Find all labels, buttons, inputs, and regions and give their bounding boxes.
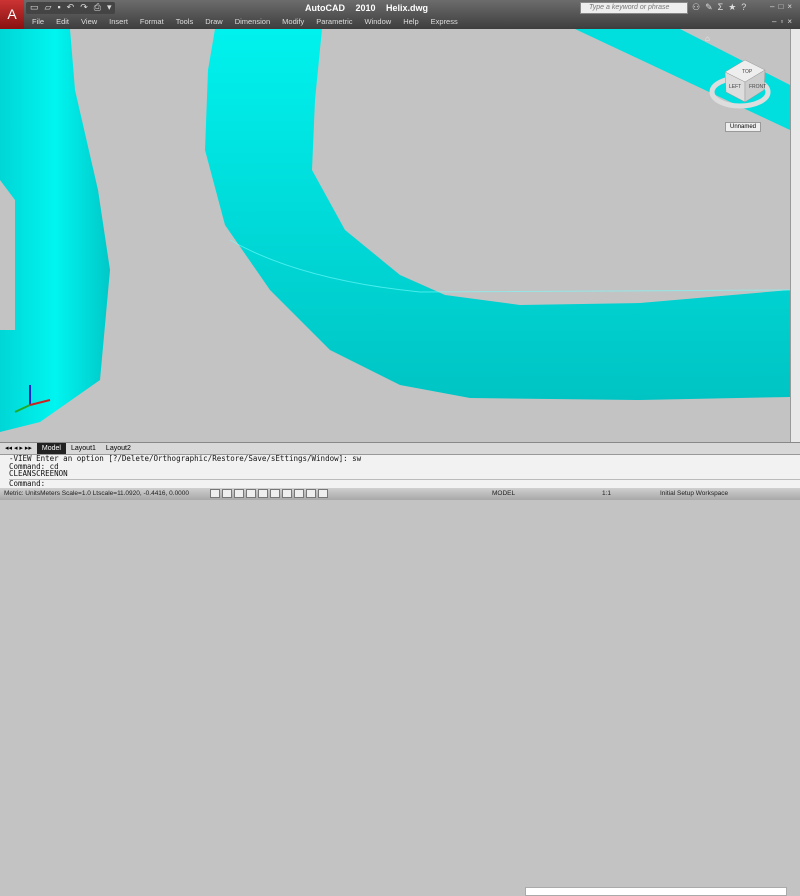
- vertical-scrollbar[interactable]: [790, 29, 800, 442]
- favorites-icon[interactable]: ★: [728, 2, 736, 13]
- command-history-line: CLEANSCREENON: [9, 469, 68, 478]
- menu-tools[interactable]: Tools: [170, 17, 200, 26]
- menu-modify[interactable]: Modify: [276, 17, 310, 26]
- ducs-icon[interactable]: [282, 488, 292, 498]
- ucs-dropdown[interactable]: Unnamed: [725, 122, 762, 132]
- ortho-icon[interactable]: [234, 488, 244, 498]
- infocenter-tools: ⚇ ✎ Σ ★?: [692, 2, 746, 13]
- model-button[interactable]: MODEL: [492, 488, 515, 500]
- tab-layout1[interactable]: Layout1: [66, 443, 101, 454]
- application-menu-button[interactable]: A: [0, 0, 24, 29]
- status-bar: Metric: UnitsMeters Scale=1.0 Ltscale=1 …: [0, 488, 800, 500]
- open-icon[interactable]: ▱: [45, 2, 52, 14]
- svg-text:FRONT: FRONT: [749, 84, 766, 90]
- menu-bar: File Edit View Insert Format Tools Draw …: [26, 17, 464, 26]
- help-icon[interactable]: ?: [741, 2, 746, 13]
- window-controls[interactable]: –□×: [770, 2, 796, 11]
- dropdown-icon[interactable]: ▾: [107, 2, 112, 14]
- menu-format[interactable]: Format: [134, 17, 170, 26]
- menu-help[interactable]: Help: [397, 17, 424, 26]
- menu-draw[interactable]: Draw: [199, 17, 229, 26]
- communication-icon[interactable]: Σ: [718, 2, 724, 13]
- lineweight-icon[interactable]: [306, 488, 316, 498]
- coordinates: 1.0920, -0.4416, 0.0000: [120, 490, 190, 497]
- search-input[interactable]: Type a keyword or phrase: [580, 2, 688, 14]
- workspace-switcher[interactable]: Initial Setup Workspace: [660, 488, 728, 500]
- document-controls[interactable]: –▫×: [772, 17, 796, 26]
- binoculars-icon[interactable]: ⚇: [692, 2, 700, 13]
- menu-insert[interactable]: Insert: [103, 17, 134, 26]
- redo-icon[interactable]: ↷: [80, 2, 88, 14]
- layout-tabs: ◂◂ ◂ ▸ ▸▸ Model Layout1 Layout2: [0, 442, 800, 896]
- grid-icon[interactable]: [222, 488, 232, 498]
- window-title: AutoCAD 2010 Helix.dwg: [305, 3, 429, 13]
- quick-access-toolbar: ▭ ▱ ▪ ↶ ↷ ⎙ ▾: [26, 2, 116, 14]
- menu-file[interactable]: File: [26, 17, 50, 26]
- plot-icon[interactable]: ⎙: [94, 2, 101, 14]
- otrack-icon[interactable]: [270, 488, 280, 498]
- dyn-icon[interactable]: [294, 488, 304, 498]
- drafting-toggles: [210, 488, 330, 500]
- tab-nav-arrows[interactable]: ◂◂ ◂ ▸ ▸▸: [0, 443, 37, 454]
- save-icon[interactable]: ▪: [57, 2, 60, 14]
- 3d-model: TOP LEFT FRONT ⌂: [0, 29, 790, 432]
- command-line[interactable]: -VIEW Enter an option [?/Delete/Orthogra…: [0, 454, 800, 488]
- undo-icon[interactable]: ↶: [67, 2, 75, 14]
- quick-properties-icon[interactable]: [318, 488, 328, 498]
- wrench-icon[interactable]: ✎: [705, 2, 713, 13]
- menu-edit[interactable]: Edit: [50, 17, 75, 26]
- new-icon[interactable]: ▭: [30, 2, 39, 14]
- polar-icon[interactable]: [246, 488, 256, 498]
- menu-dimension[interactable]: Dimension: [229, 17, 276, 26]
- command-history-line: -VIEW Enter an option [?/Delete/Orthogra…: [9, 454, 362, 463]
- title-bar: A ▭ ▱ ▪ ↶ ↷ ⎙ ▾ AutoCAD 2010 Helix.dwg File Ed…: [0, 0, 800, 29]
- snap-icon[interactable]: [210, 488, 220, 498]
- menu-window[interactable]: Window: [359, 17, 398, 26]
- drawing-viewport[interactable]: TOP LEFT FRONT ⌂ Unnamed: [0, 29, 790, 442]
- menu-parametric[interactable]: Parametric: [310, 17, 358, 26]
- units-info: Metric: UnitsMeters Scale=1.0 Ltscale=1: [4, 490, 121, 497]
- helix-tube-left: [0, 29, 110, 432]
- svg-text:LEFT: LEFT: [729, 84, 741, 90]
- svg-text:TOP: TOP: [742, 69, 753, 75]
- menu-express[interactable]: Express: [425, 17, 464, 26]
- menu-view[interactable]: View: [75, 17, 103, 26]
- command-history-line: Command: cd: [9, 461, 59, 471]
- annotation-scale[interactable]: 1:1: [602, 488, 611, 500]
- osnap-icon[interactable]: [258, 488, 268, 498]
- command-prompt[interactable]: Command:: [9, 478, 800, 488]
- horizontal-scrollbar[interactable]: [525, 887, 787, 896]
- home-icon: ⌂: [705, 34, 710, 43]
- tab-layout2[interactable]: Layout2: [101, 443, 136, 454]
- tab-model[interactable]: Model: [36, 443, 66, 454]
